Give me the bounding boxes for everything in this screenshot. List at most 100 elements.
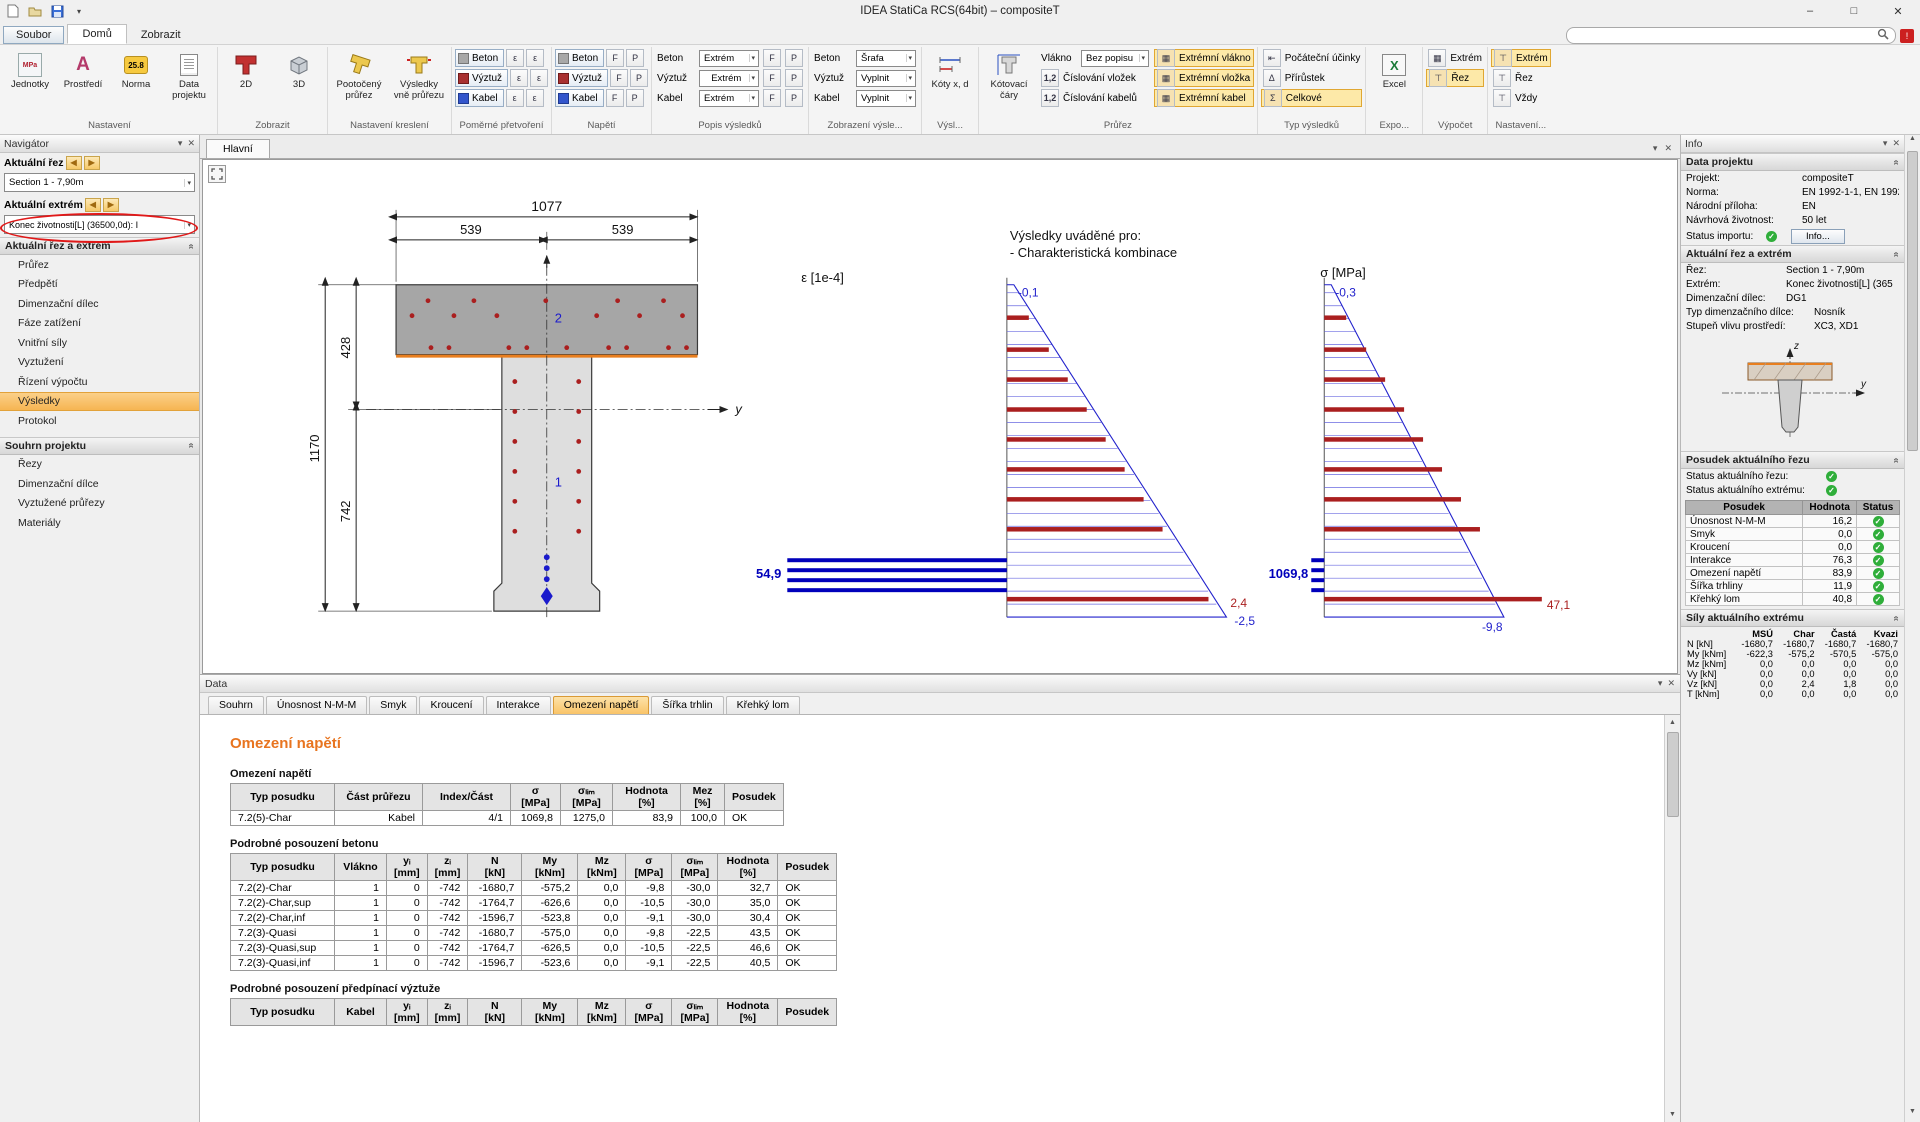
environment-button[interactable]: A Prostředí — [58, 49, 108, 94]
sidebar-item-prurez[interactable]: Průřez — [0, 255, 199, 275]
stress-tendon-p-icon[interactable]: P — [626, 89, 644, 107]
save-icon[interactable] — [48, 3, 66, 19]
strain-plane-icon[interactable]: ε — [526, 49, 544, 67]
tab-omezeni-napeti[interactable]: Omezení napětí — [553, 696, 650, 714]
prev-extreme-button[interactable]: ◀ — [85, 198, 101, 212]
section-summary-header[interactable]: Souhrn projektu » — [0, 437, 199, 455]
labels-concrete-dropdown[interactable]: Extrém▾ — [699, 50, 759, 67]
sidebar-item-predpeti[interactable]: Předpětí — [0, 275, 199, 295]
drawing-canvas[interactable]: 1077 539 539 1170 428 742 y — [202, 159, 1678, 674]
view-2d-button[interactable]: 2D — [221, 49, 271, 94]
tab-soubor[interactable]: Soubor — [3, 26, 64, 44]
data-collapse-icon[interactable]: ▾ — [1658, 678, 1663, 689]
tab-zobrazit[interactable]: Zobrazit — [127, 26, 195, 44]
quick-access-caret-icon[interactable]: ▾ — [70, 3, 88, 19]
forces-section-header[interactable]: Síly aktuálního extrému » — [1681, 609, 1904, 627]
sidebar-item-protokol[interactable]: Protokol — [0, 411, 199, 431]
results-outside-button[interactable]: Výsledky vně průřezu — [390, 49, 448, 104]
labels-rebar-f-icon[interactable]: F — [763, 69, 781, 87]
strain-tendon-toggle[interactable]: Kabel — [455, 89, 504, 107]
info-caret-icon[interactable]: ▾ — [1883, 138, 1888, 149]
sidebar-item-vyztuzene-prurezy[interactable]: Vyztužené průřezy — [0, 494, 199, 514]
stress-rebar-f-icon[interactable]: F — [610, 69, 628, 87]
canvas-close-icon[interactable]: ✕ — [1664, 143, 1672, 154]
data-scrollbar[interactable]: ▲ ▼ — [1664, 715, 1680, 1122]
units-button[interactable]: MPa Jednotky — [5, 49, 55, 94]
fiber-label-dropdown[interactable]: Bez popisu▾ — [1081, 50, 1149, 67]
stress-f-icon[interactable]: F — [606, 49, 624, 67]
panel-close-icon[interactable]: ✕ — [187, 138, 195, 149]
scroll-down-icon[interactable]: ▼ — [1909, 1108, 1916, 1122]
display-tendon-dropdown[interactable]: Vyplnit▾ — [856, 90, 916, 107]
project-data-header[interactable]: Data projektu » — [1681, 153, 1904, 171]
increment-toggle[interactable]: Δ Přírůstek — [1261, 69, 1363, 87]
maximize-button[interactable]: □ — [1832, 0, 1876, 22]
sidebar-item-faze-zatizeni[interactable]: Fáze zatížení — [0, 314, 199, 334]
scroll-up-icon[interactable]: ▲ — [1909, 135, 1916, 149]
project-data-button[interactable]: Data projektu — [164, 49, 214, 104]
labels-concrete-f-icon[interactable]: F — [763, 49, 781, 67]
extreme-tendon-toggle[interactable]: ▦ Extrémní kabel — [1154, 89, 1254, 107]
settings-always-toggle[interactable]: ⊤ Vždy — [1491, 89, 1551, 107]
info-scrollbar[interactable]: ▲ ▼ — [1904, 135, 1920, 1122]
current-extreme-dropdown[interactable]: Konec životnosti[L] (36500,0d): I▾ — [4, 215, 195, 234]
panel-caret-icon[interactable]: ▾ — [178, 138, 183, 149]
extreme-fiber-toggle[interactable]: ▦ Extrémní vlákno — [1154, 49, 1254, 67]
labels-concrete-p-icon[interactable]: P — [785, 49, 803, 67]
dimension-lines-button[interactable]: Kótovací čáry — [982, 49, 1036, 104]
dimensions-xd-button[interactable]: Kóty x, d — [925, 49, 975, 94]
search-input[interactable] — [1573, 30, 1877, 41]
strain-rebar-diagram-icon[interactable]: ε — [510, 69, 528, 87]
strain-tendon-diagram-icon[interactable]: ε — [506, 89, 524, 107]
numbering-tendons-toggle[interactable]: 1,2 Číslování kabelů — [1039, 89, 1151, 107]
minimize-button[interactable]: – — [1788, 0, 1832, 22]
new-file-icon[interactable] — [4, 3, 22, 19]
stress-rebar-p-icon[interactable]: P — [630, 69, 648, 87]
next-extreme-button[interactable]: ▶ — [103, 198, 119, 212]
strain-concrete-toggle[interactable]: Beton — [455, 49, 504, 67]
excel-export-button[interactable]: X Excel — [1369, 49, 1419, 94]
view-3d-button[interactable]: 3D — [274, 49, 324, 94]
tab-unosnost[interactable]: Únosnost N-M-M — [266, 696, 367, 714]
strain-tendon-plane-icon[interactable]: ε — [526, 89, 544, 107]
tab-sirka-trhlin[interactable]: Šířka trhlin — [651, 696, 723, 714]
numbering-bars-toggle[interactable]: 1,2 Číslování vložek — [1039, 69, 1151, 87]
labels-tendon-dropdown[interactable]: Extrém▾ — [699, 90, 759, 107]
stress-tendon-toggle[interactable]: Kabel — [555, 89, 604, 107]
tab-krouceni[interactable]: Kroucení — [419, 696, 483, 714]
stress-tendon-f-icon[interactable]: F — [606, 89, 624, 107]
initial-effects-toggle[interactable]: ⇤ Počáteční účinky — [1261, 49, 1363, 67]
check-section-header[interactable]: Posudek aktuálního řezu » — [1681, 451, 1904, 469]
stress-concrete-toggle[interactable]: Beton — [555, 49, 604, 67]
canvas-collapse-icon[interactable]: ▾ — [1653, 143, 1658, 154]
next-section-button[interactable]: ▶ — [84, 156, 100, 170]
sidebar-item-rizeni-vypoctu[interactable]: Řízení výpočtu — [0, 372, 199, 392]
sidebar-item-vysledky[interactable]: Výsledky — [0, 392, 199, 412]
scrollbar-thumb[interactable] — [1667, 732, 1679, 817]
calc-extreme-button[interactable]: ▦ Extrém — [1426, 49, 1484, 67]
display-rebar-dropdown[interactable]: Vyplnit▾ — [856, 70, 916, 87]
search-icon[interactable] — [1877, 27, 1889, 45]
prev-section-button[interactable]: ◀ — [66, 156, 82, 170]
code-button[interactable]: 25.8 Norma — [111, 49, 161, 94]
tab-smyk[interactable]: Smyk — [369, 696, 417, 714]
sidebar-item-materialy[interactable]: Materiály — [0, 513, 199, 533]
current-section-header[interactable]: Aktuální řez a extrém » — [1681, 245, 1904, 263]
section-current-header[interactable]: Aktuální řez a extrém » — [0, 237, 199, 255]
tab-interakce[interactable]: Interakce — [486, 696, 551, 714]
sidebar-item-rezy[interactable]: Řezy — [0, 455, 199, 475]
help-icon[interactable]: ! — [1900, 29, 1914, 43]
tab-krehky-lom[interactable]: Křehký lom — [726, 696, 801, 714]
close-button[interactable]: ✕ — [1876, 0, 1920, 22]
settings-section-toggle[interactable]: ⊤ Řez — [1491, 69, 1551, 87]
display-concrete-dropdown[interactable]: Šrafa▾ — [856, 50, 916, 67]
labels-rebar-dropdown[interactable]: Extrém▾ — [699, 70, 759, 87]
current-section-dropdown[interactable]: Section 1 - 7,90m▾ — [4, 173, 195, 192]
info-button[interactable]: Info... — [1791, 229, 1845, 244]
scroll-down-icon[interactable]: ▼ — [1669, 1107, 1676, 1122]
scrollbar-thumb[interactable] — [1907, 151, 1918, 451]
strain-rebar-toggle[interactable]: Výztuž — [455, 69, 508, 87]
tab-hlavni[interactable]: Hlavní — [206, 139, 270, 158]
scroll-up-icon[interactable]: ▲ — [1669, 715, 1676, 730]
rotated-section-button[interactable]: Pootočený průřez — [331, 49, 387, 104]
